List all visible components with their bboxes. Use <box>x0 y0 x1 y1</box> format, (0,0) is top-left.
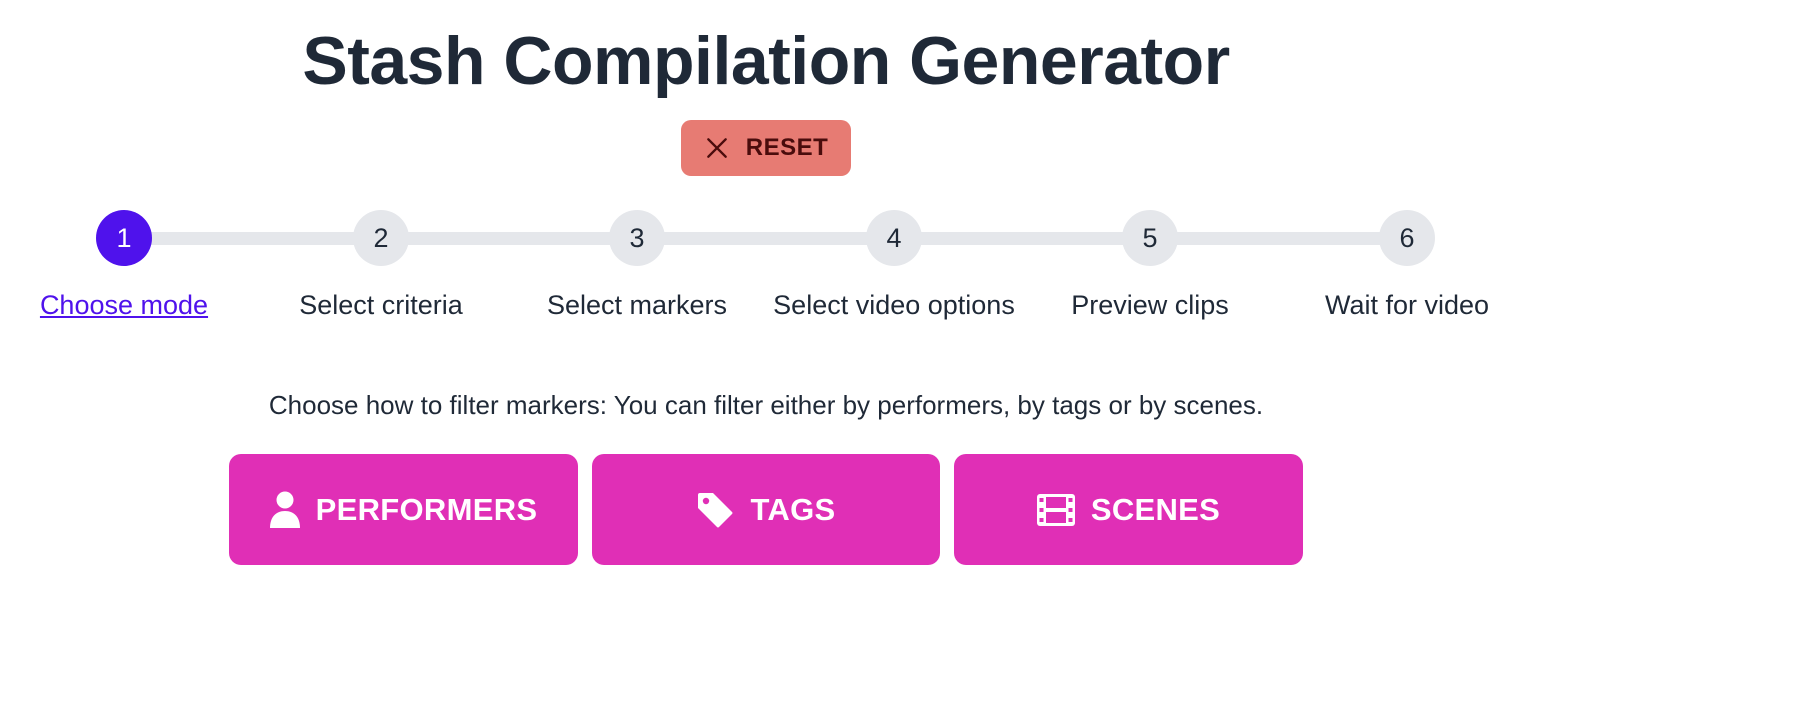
stepper-track <box>124 232 1406 245</box>
tag-icon <box>698 492 733 527</box>
mode-instructions: Choose how to filter markers: You can fi… <box>268 390 1264 420</box>
step-3-circle[interactable]: 3 <box>609 210 665 266</box>
performers-button[interactable]: PERFORMERS <box>229 454 578 565</box>
step-6-circle[interactable]: 6 <box>1379 210 1435 266</box>
step-3-label: Select markers <box>546 290 728 320</box>
step-4-label: Select video options <box>773 290 1015 320</box>
scenes-button-label: SCENES <box>1090 491 1221 527</box>
step-2-label: Select criteria <box>299 290 463 320</box>
page: Stash Compilation Generator RESET 1 2 3 … <box>0 0 1802 714</box>
performers-button-label: PERFORMERS <box>315 491 538 527</box>
film-icon <box>1036 493 1075 526</box>
step-2-circle[interactable]: 2 <box>353 210 409 266</box>
step-5-circle[interactable]: 5 <box>1122 210 1178 266</box>
step-6-label: Wait for video <box>1324 290 1490 320</box>
user-icon <box>269 491 300 528</box>
step-1-circle[interactable]: 1 <box>96 210 152 266</box>
scenes-button[interactable]: SCENES <box>954 454 1303 565</box>
tags-button-label: TAGS <box>750 491 836 527</box>
reset-button[interactable]: RESET <box>681 120 851 176</box>
tags-button[interactable]: TAGS <box>592 454 940 565</box>
reset-button-label: RESET <box>745 134 829 161</box>
close-icon <box>706 138 727 158</box>
page-title: Stash Compilation Generator <box>302 23 1230 99</box>
step-4-circle[interactable]: 4 <box>866 210 922 266</box>
step-5-label: Preview clips <box>1071 290 1229 320</box>
